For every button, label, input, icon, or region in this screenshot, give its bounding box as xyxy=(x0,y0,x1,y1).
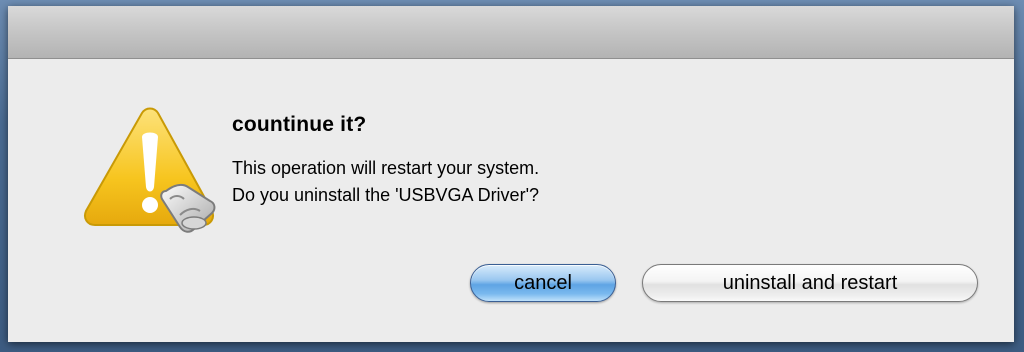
message-line-2: Do you uninstall the 'USBVGA Driver'? xyxy=(232,185,540,205)
uninstall-and-restart-button[interactable]: uninstall and restart xyxy=(642,264,978,302)
message-line-1: This operation will restart your system. xyxy=(232,158,540,178)
alert-dialog: countinue it? This operation will restar… xyxy=(8,6,1014,342)
dialog-titlebar[interactable] xyxy=(8,6,1014,59)
warning-triangle-icon xyxy=(80,107,218,237)
dialog-content: countinue it? This operation will restar… xyxy=(8,59,1014,342)
cancel-button[interactable]: cancel xyxy=(470,264,616,302)
dialog-message: This operation will restart your system.… xyxy=(232,155,539,209)
dialog-title: countinue it? xyxy=(232,113,367,136)
